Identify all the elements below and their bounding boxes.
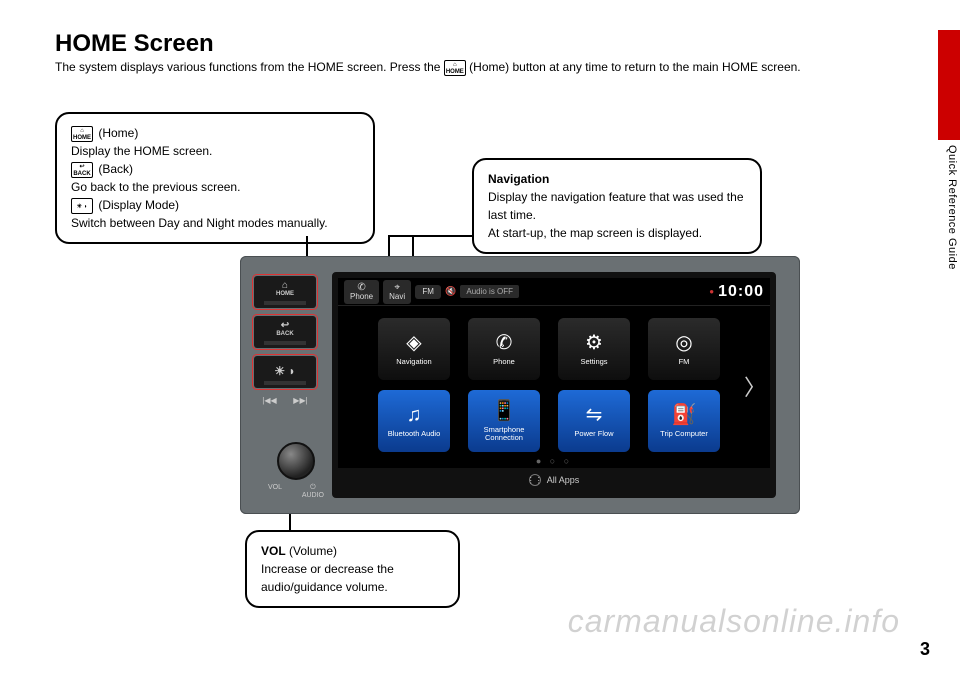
home-icon: ⌂HOME: [444, 60, 466, 76]
callout-buttons: ⌂HOME (Home) Display the HOME screen. ↩B…: [55, 112, 375, 244]
all-apps-bar[interactable]: ● ○ ○ ⋮⋮ All Apps: [338, 468, 770, 492]
back-icon: ↩: [254, 321, 316, 331]
back-icon: ↩BACK: [71, 162, 93, 178]
page-indicator: ● ○ ○: [338, 456, 770, 466]
back-button[interactable]: ↩ BACK: [254, 316, 316, 348]
tile-grid: ◈ Navigation ✆ Phone ⚙ Settings ◎ FM ♫ Bluetooth …: [338, 306, 770, 452]
display-mode-desc: Switch between Day and Night modes manua…: [71, 214, 359, 232]
phone-icon: ✆: [496, 332, 513, 354]
trip-computer-icon: ⛽: [672, 404, 697, 426]
seek-prev-icon[interactable]: |◀◀: [254, 396, 285, 408]
fm-icon: ◎: [675, 332, 692, 354]
tile-label: Trip Computer: [660, 430, 708, 438]
audio-label: AUDIO: [302, 492, 324, 499]
button-led: [264, 381, 306, 385]
tile-power-flow[interactable]: ⇋ Power Flow: [558, 390, 630, 452]
subtitle-text-pre: The system displays various functions fr…: [55, 60, 444, 74]
tile-navigation[interactable]: ◈ Navigation: [378, 318, 450, 380]
tile-label: Phone: [493, 358, 515, 366]
tile-label: Navigation: [396, 358, 431, 366]
section-tab: [938, 30, 960, 140]
back-desc: Go back to the previous screen.: [71, 178, 359, 196]
display-mode-button[interactable]: ☀ ◗: [254, 356, 316, 388]
vol-title: VOL: [261, 544, 286, 558]
nav-title: Navigation: [488, 172, 549, 186]
back-button-label: BACK: [254, 331, 316, 337]
tile-settings[interactable]: ⚙ Settings: [558, 318, 630, 380]
callout-navigation: Navigation Display the navigation featur…: [472, 158, 762, 254]
phone-icon: ✆: [357, 283, 365, 293]
volume-dial[interactable]: [277, 442, 315, 480]
tile-trip-computer[interactable]: ⛽ Trip Computer: [648, 390, 720, 452]
physical-button-column: ⌂ HOME ↩ BACK ☀ ◗ |◀◀ ▶▶|: [254, 276, 316, 408]
tab-fm[interactable]: FM: [415, 285, 441, 299]
home-icon: ⌂HOME: [71, 126, 93, 142]
page-number: 3: [920, 639, 930, 660]
button-led: [264, 341, 306, 345]
audio-status: Audio is OFF: [460, 285, 519, 298]
seek-buttons[interactable]: |◀◀ ▶▶|: [254, 396, 316, 408]
tile-label: Settings: [580, 358, 607, 366]
nav-line2: At start-up, the map screen is displayed…: [488, 224, 746, 242]
all-apps-label: All Apps: [547, 475, 580, 485]
home-label: (Home): [98, 126, 138, 140]
power-icon: ⏻: [310, 484, 316, 491]
bluetooth-audio-icon: ♫: [407, 404, 422, 426]
vol-desc: Increase or decrease the audio/guidance …: [261, 560, 444, 596]
tile-fm[interactable]: ◎ FM: [648, 318, 720, 380]
tile-label: Smartphone Connection: [468, 426, 540, 443]
home-icon: ⌂: [254, 281, 316, 291]
touchscreen[interactable]: ✆Phone ⌖Navi FM 🔇 Audio is OFF ● 10:00 ◈…: [332, 272, 776, 498]
leader-line: [412, 235, 472, 237]
page-title: HOME Screen: [55, 30, 214, 58]
apps-icon: ⋮⋮: [529, 474, 541, 486]
status-bar: ✆Phone ⌖Navi FM 🔇 Audio is OFF ● 10:00: [338, 278, 770, 306]
tab-phone[interactable]: ✆Phone: [344, 280, 379, 304]
seek-next-icon[interactable]: ▶▶|: [285, 396, 316, 408]
smartphone-connection-icon: 📱: [492, 400, 517, 422]
tile-phone[interactable]: ✆ Phone: [468, 318, 540, 380]
home-button-label: HOME: [254, 291, 316, 297]
clock: 10:00: [718, 283, 764, 301]
tile-label: FM: [679, 358, 690, 366]
subtitle-text-post: (Home) button at any time to return to t…: [469, 60, 800, 74]
tile-label: Power Flow: [574, 430, 613, 438]
page-next-arrow[interactable]: 〉: [744, 370, 766, 402]
speaker-icon: 🔇: [445, 286, 456, 297]
navigation-icon: ◈: [406, 332, 421, 354]
nav-line1: Display the navigation feature that was …: [488, 188, 746, 224]
settings-icon: ⚙: [585, 332, 603, 354]
tile-smartphone-connection[interactable]: 📱 Smartphone Connection: [468, 390, 540, 452]
display-mode-icon: ☀ ◗: [254, 365, 316, 377]
navi-icon: ⌖: [394, 283, 400, 293]
watermark: carmanualsonline.info: [568, 603, 900, 640]
tile-bluetooth-audio[interactable]: ♫ Bluetooth Audio: [378, 390, 450, 452]
head-unit: ⌂ HOME ↩ BACK ☀ ◗ |◀◀ ▶▶| VOL ⏻ AUDIO: [240, 256, 800, 514]
power-flow-icon: ⇋: [586, 404, 603, 426]
home-desc: Display the HOME screen.: [71, 142, 359, 160]
display-mode-label: (Display Mode): [98, 198, 179, 212]
vol-label: VOL: [268, 484, 282, 499]
rec-icon: ●: [709, 287, 714, 296]
callout-volume: VOL (Volume) Increase or decrease the au…: [245, 530, 460, 608]
volume-dial-area: VOL ⏻ AUDIO: [266, 442, 326, 499]
side-label: Quick Reference Guide: [946, 145, 958, 270]
page-subtitle: The system displays various functions fr…: [55, 60, 801, 76]
home-button[interactable]: ⌂ HOME: [254, 276, 316, 308]
tile-label: Bluetooth Audio: [388, 430, 441, 438]
back-label: (Back): [98, 162, 133, 176]
tab-navi[interactable]: ⌖Navi: [383, 280, 411, 304]
button-led: [264, 301, 306, 305]
vol-paren: (Volume): [286, 544, 337, 558]
display-mode-icon: ☀ ◗: [71, 198, 93, 214]
